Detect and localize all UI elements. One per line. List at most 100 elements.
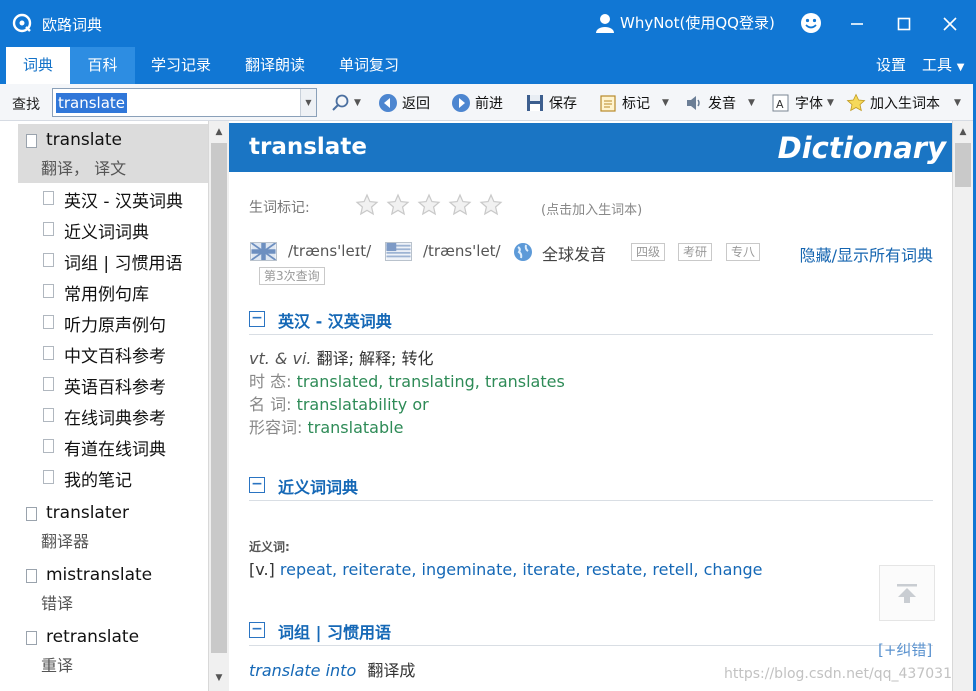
user-account[interactable]: WhyNot(使用QQ登录) bbox=[596, 12, 775, 33]
sidebar-subitem[interactable]: 我的笔记 bbox=[18, 462, 208, 493]
headword: translate bbox=[249, 134, 367, 160]
sidebar-subitem-label: 在线词典参考 bbox=[64, 409, 166, 429]
content-scrollbar[interactable]: ▲ bbox=[952, 121, 973, 691]
close-icon bbox=[943, 17, 957, 31]
uk-flag-icon[interactable] bbox=[250, 242, 277, 261]
star-outline-icon[interactable] bbox=[355, 193, 379, 217]
collapse-icon[interactable]: − bbox=[249, 311, 265, 327]
star-outline-icon[interactable] bbox=[386, 193, 410, 217]
word-list-word: retranslate bbox=[46, 627, 140, 647]
word-list-item-retranslate[interactable]: retranslate 重译 bbox=[18, 620, 208, 678]
section-phrases[interactable]: − 词组 | 习惯用语 bbox=[249, 618, 933, 646]
word-list-word: translater bbox=[46, 503, 129, 523]
sidebar-subitem-label: 有道在线词典 bbox=[64, 440, 166, 460]
tab-dictionary[interactable]: 词典 bbox=[6, 47, 70, 84]
search-box[interactable]: translate ▼ bbox=[52, 88, 317, 117]
section-title: 近义词词典 bbox=[278, 478, 359, 497]
add-wordbook-button[interactable]: 加入生词本 ▼ bbox=[846, 91, 961, 114]
save-button[interactable]: 保存 bbox=[525, 91, 577, 114]
sidebar-subitem[interactable]: 有道在线词典 bbox=[18, 431, 208, 462]
scroll-up-icon[interactable]: ▲ bbox=[209, 123, 229, 141]
user-name: WhyNot(使用QQ登录) bbox=[620, 14, 775, 32]
synonyms-line: [v.] repeat, reiterate, ingeminate, iter… bbox=[249, 560, 763, 579]
toolbar: 查找 translate ▼ ▼ 返回 前进 保存 标记 ▼ 发音 ▼ A 字体… bbox=[0, 84, 976, 121]
mark-button[interactable]: 标记 ▼ bbox=[598, 91, 669, 114]
word-list-item-mistranslate[interactable]: mistranslate 错译 bbox=[18, 558, 208, 616]
settings-menu[interactable]: 设置 bbox=[876, 47, 906, 84]
us-flag-icon[interactable] bbox=[385, 242, 412, 261]
sidebar-subitem-label: 我的笔记 bbox=[64, 471, 132, 491]
scroll-down-icon[interactable]: ▼ bbox=[209, 669, 229, 687]
left-margin bbox=[0, 121, 18, 691]
collapse-icon[interactable]: − bbox=[249, 477, 265, 493]
close-button[interactable] bbox=[938, 12, 962, 36]
definition-meaning: 翻译; 解释; 转化 bbox=[316, 349, 434, 368]
section-ec-dictionary[interactable]: − 英汉 - 汉英词典 bbox=[249, 307, 933, 335]
content-scroll-thumb[interactable] bbox=[955, 143, 971, 187]
word-mark-stars[interactable] bbox=[355, 193, 503, 217]
word-list-item-translater[interactable]: translater 翻译器 bbox=[18, 496, 208, 554]
search-button[interactable]: ▼ bbox=[330, 91, 361, 114]
document-icon bbox=[43, 408, 54, 422]
section-synonyms[interactable]: − 近义词词典 bbox=[249, 473, 933, 501]
document-icon bbox=[26, 507, 37, 521]
minimize-icon bbox=[851, 23, 863, 25]
search-history-dropdown[interactable]: ▼ bbox=[300, 89, 316, 116]
sidebar-subitem[interactable]: 近义词词典 bbox=[18, 214, 208, 245]
sidebar-subitem[interactable]: 常用例句库 bbox=[18, 276, 208, 307]
star-icon bbox=[846, 93, 866, 111]
global-pronunciation[interactable]: 全球发音 bbox=[542, 241, 606, 265]
tab-translate-read[interactable]: 翻译朗读 bbox=[234, 47, 316, 84]
back-button[interactable]: 返回 bbox=[378, 91, 430, 114]
maximize-button[interactable] bbox=[892, 12, 916, 36]
tools-menu[interactable]: 工具 ▼ bbox=[922, 47, 965, 84]
star-outline-icon[interactable] bbox=[417, 193, 441, 217]
phrase-english[interactable]: translate into bbox=[249, 661, 356, 680]
collapse-icon[interactable]: − bbox=[249, 622, 265, 638]
word-list-word: translate bbox=[46, 130, 122, 150]
section-title: 词组 | 习惯用语 bbox=[278, 623, 391, 642]
tab-study-history[interactable]: 学习记录 bbox=[140, 47, 222, 84]
sidebar-subitem[interactable]: 听力原声例句 bbox=[18, 307, 208, 338]
word-mark-hint: (点击加入生词本) bbox=[541, 203, 643, 218]
star-outline-icon[interactable] bbox=[448, 193, 472, 217]
sidebar-subitem[interactable]: 词组 | 习惯用语 bbox=[18, 245, 208, 276]
dictionary-content: translate Dictionary 生词标记: (点击加入生词本) /tr… bbox=[229, 121, 970, 691]
sidebar-subitem[interactable]: 中文百科参考 bbox=[18, 338, 208, 369]
document-icon bbox=[26, 631, 37, 645]
minimize-button[interactable] bbox=[845, 12, 869, 36]
toggle-all-dictionaries-link[interactable]: 隐藏/显示所有词典 bbox=[800, 242, 933, 266]
star-outline-icon[interactable] bbox=[479, 193, 503, 217]
synonyms-list[interactable]: repeat, reiterate, ingeminate, iterate, … bbox=[280, 560, 763, 579]
tab-word-review[interactable]: 单词复习 bbox=[328, 47, 410, 84]
word-list-item-translate[interactable]: translate 翻译， 译文 bbox=[18, 124, 208, 183]
globe-icon[interactable] bbox=[513, 242, 533, 262]
sidebar-scroll-thumb[interactable] bbox=[211, 143, 227, 653]
sidebar-subitem-label: 近义词词典 bbox=[64, 223, 149, 243]
word-mark-label: 生词标记: bbox=[249, 200, 310, 216]
sidebar-subitem[interactable]: 英汉 - 汉英词典 bbox=[18, 183, 208, 214]
font-button[interactable]: A 字体 ▼ bbox=[771, 91, 834, 114]
level-badge: 考研 bbox=[678, 243, 713, 261]
word-form-value[interactable]: translatability or bbox=[297, 395, 429, 414]
sidebar-subitem[interactable]: 在线词典参考 bbox=[18, 400, 208, 431]
sidebar-subitem[interactable]: 英语百科参考 bbox=[18, 369, 208, 400]
chevron-down-icon: ▼ bbox=[662, 97, 669, 108]
back-to-top-button[interactable] bbox=[879, 565, 935, 621]
document-icon bbox=[43, 315, 54, 329]
skin-smiley-icon[interactable] bbox=[800, 12, 822, 34]
speak-button[interactable]: 发音 ▼ bbox=[684, 91, 755, 114]
scroll-up-icon[interactable]: ▲ bbox=[953, 123, 973, 141]
document-icon bbox=[43, 346, 54, 360]
mark-label: 标记 bbox=[622, 95, 650, 112]
us-pronunciation: /træns'let/ bbox=[423, 242, 501, 260]
word-list-translation: 翻译器 bbox=[41, 532, 90, 551]
word-list-translation: 重译 bbox=[41, 656, 74, 675]
tab-encyclopedia[interactable]: 百科 bbox=[70, 47, 135, 84]
word-form-value[interactable]: translatable bbox=[308, 418, 404, 437]
report-error-link[interactable]: [+纠错] bbox=[878, 639, 932, 660]
forward-button[interactable]: 前进 bbox=[451, 91, 503, 114]
word-form-value[interactable]: translated, translating, translates bbox=[297, 372, 565, 391]
sidebar-subitem-label: 中文百科参考 bbox=[64, 347, 166, 367]
sidebar-scrollbar[interactable]: ▲ ▼ bbox=[208, 121, 229, 691]
